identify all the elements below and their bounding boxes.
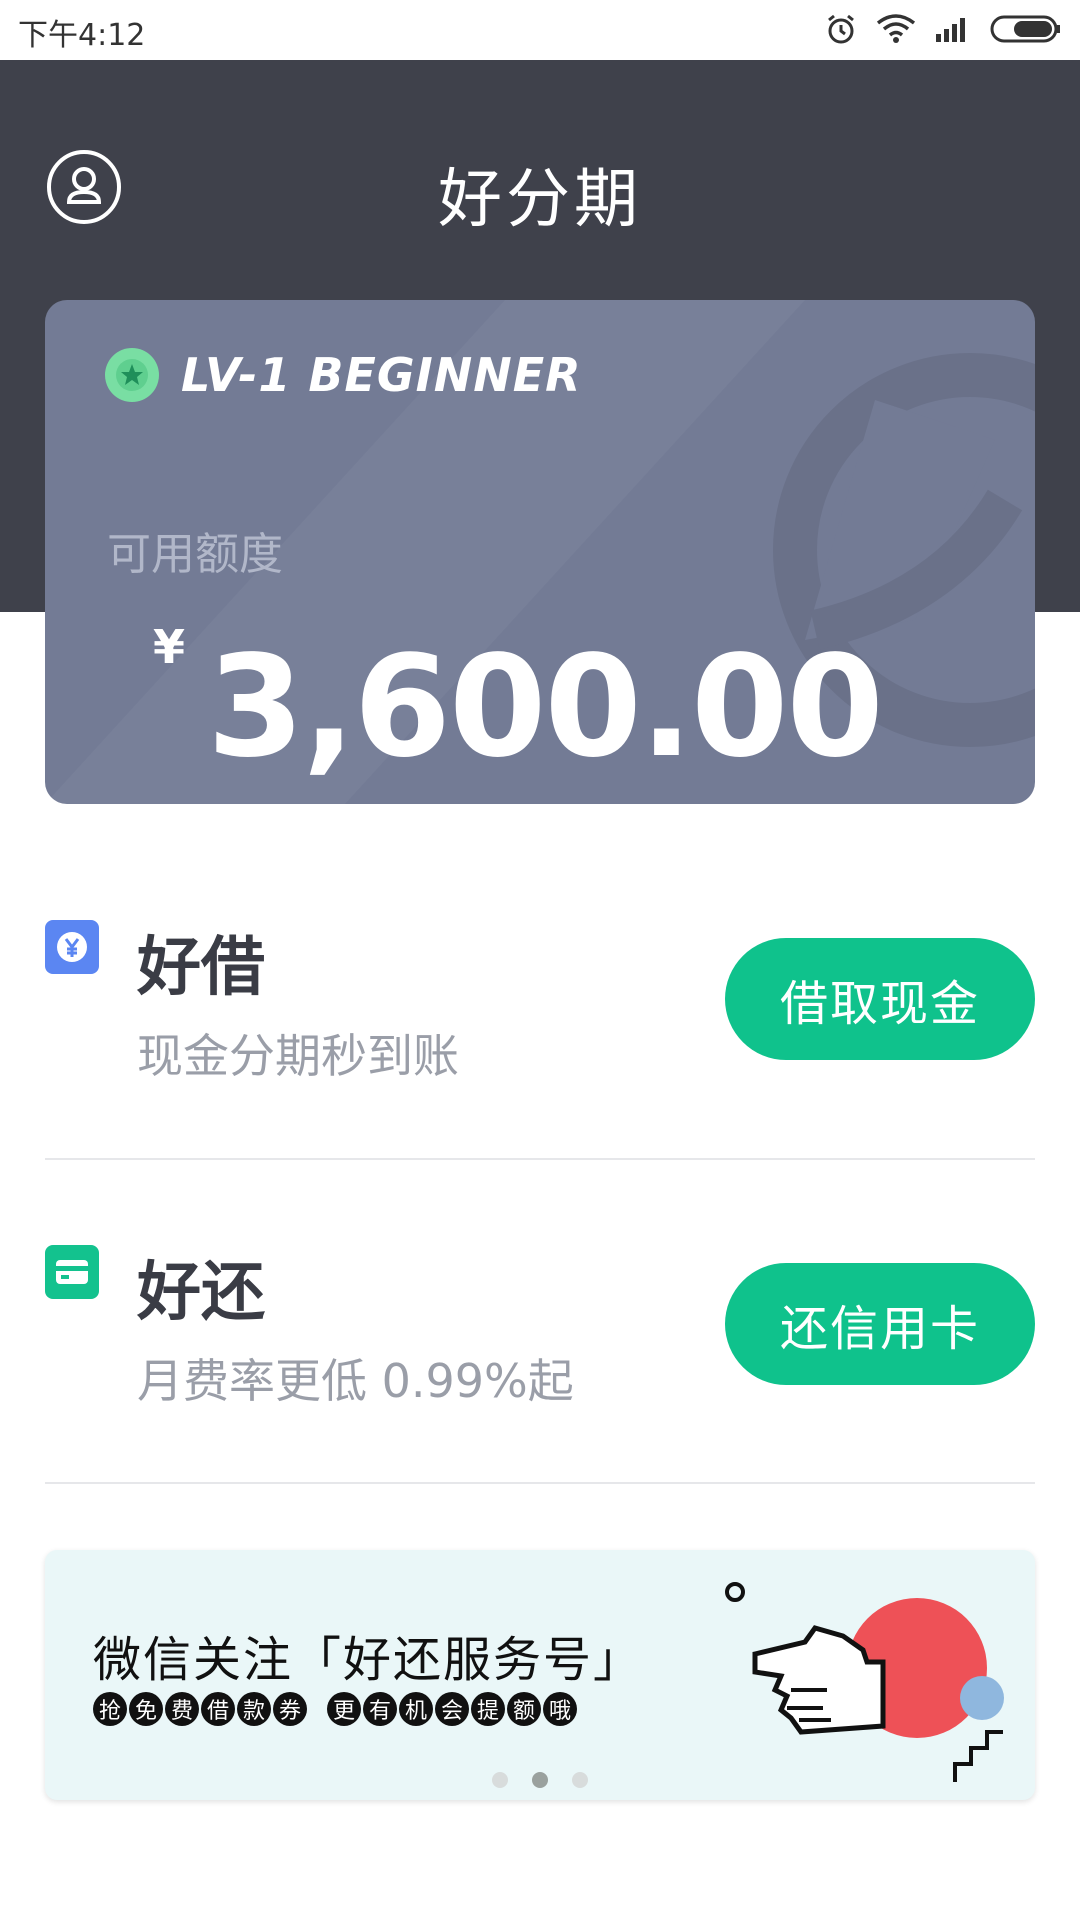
banner-char: 提	[471, 1692, 505, 1726]
banner-char: 费	[165, 1692, 199, 1726]
pagination-dots	[45, 1772, 1035, 1788]
borrow-cash-button[interactable]: 借取现金	[725, 938, 1035, 1060]
status-icons	[824, 12, 1062, 46]
service-title: 好还	[137, 1256, 265, 1330]
banner-char: 抢	[93, 1692, 127, 1726]
status-bar: 下午4:12	[0, 0, 1080, 60]
yen-icon	[45, 920, 99, 974]
promo-banner[interactable]: 微信关注「好还服务号」 抢 免 费 借 款 券 更 有 机 会 提 额 哦	[45, 1550, 1035, 1800]
service-row-borrow: 好借 现金分期秒到账 借取现金	[45, 910, 1035, 1083]
banner-char: 额	[507, 1692, 541, 1726]
divider	[45, 1158, 1035, 1160]
banner-char: 会	[435, 1692, 469, 1726]
signal-icon	[936, 18, 965, 42]
battery-icon	[990, 15, 1060, 43]
banner-char: 更	[327, 1692, 361, 1726]
service-subtitle: 月费率更低 0.99%起	[137, 1354, 574, 1408]
service-row-repay: 好还 月费率更低 0.99%起 还信用卡	[45, 1235, 1035, 1408]
alarm-icon	[828, 14, 854, 44]
star-badge-icon	[105, 348, 159, 402]
service-title: 好借	[137, 931, 265, 1005]
banner-char: 免	[129, 1692, 163, 1726]
banner-subline: 抢 免 费 借 款 券 更 有 机 会 提 额 哦	[93, 1692, 577, 1726]
level-label: LV-1 BEGINNER	[181, 348, 582, 402]
credit-card[interactable]: LV-1 BEGINNER 可用额度 ¥ 3,600.00	[45, 300, 1035, 804]
service-subtitle: 现金分期秒到账	[137, 1029, 459, 1083]
banner-char: 哦	[543, 1692, 577, 1726]
credit-amount: 3,600.00	[207, 626, 884, 789]
status-time: 下午4:12	[18, 18, 146, 53]
page-title: 好分期	[438, 163, 642, 237]
wifi-icon	[876, 14, 916, 43]
page-dot[interactable]	[492, 1772, 508, 1788]
credit-label: 可用额度	[107, 529, 283, 580]
banner-char: 借	[201, 1692, 235, 1726]
banner-char: 款	[237, 1692, 271, 1726]
page-dot[interactable]	[572, 1772, 588, 1788]
banner-headline: 微信关注「好还服务号」	[93, 1632, 644, 1688]
banner-char: 机	[399, 1692, 433, 1726]
level-row: LV-1 BEGINNER	[105, 348, 582, 402]
divider	[45, 1482, 1035, 1484]
page-dot-active[interactable]	[532, 1772, 548, 1788]
banner-char: 有	[363, 1692, 397, 1726]
credit-card-icon	[45, 1245, 99, 1299]
repay-credit-card-button[interactable]: 还信用卡	[725, 1263, 1035, 1385]
pointing-hand-illustration	[725, 1582, 1004, 1782]
banner-char: 券	[273, 1692, 307, 1726]
